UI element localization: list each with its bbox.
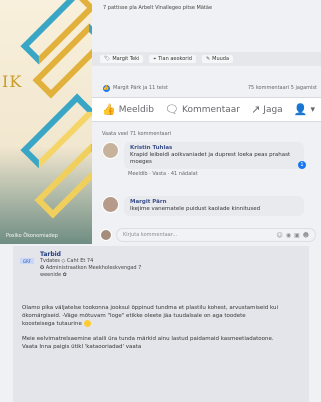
post-preview-card: 7 pattisse pla Arbelt Vinallegeo pitse M…: [92, 0, 321, 49]
post-author[interactable]: Tarbid: [40, 251, 141, 258]
logo-text: IK: [2, 72, 23, 91]
edit-pill-label: Muuda: [212, 56, 230, 62]
pencil-icon: ✎: [205, 56, 211, 62]
emoji-icon: [83, 320, 91, 327]
location-icon: ⌖: [153, 56, 157, 62]
group-post: GRF Tarbid Tvdates ◇ Caht Et 74 ✪ Admini…: [13, 246, 309, 402]
post-body: Olamo pika väljatelse tookonna jooksul õ…: [22, 304, 280, 351]
post-paragraph: Meie eelvimatrelsaemine ataili üra tunda…: [22, 336, 274, 350]
comment-author[interactable]: Margit Pärn: [130, 199, 298, 205]
like-icon: 👍: [102, 103, 116, 116]
audience-selector[interactable]: 👤 ▾: [294, 103, 315, 116]
comment-text: Krapid leibeidi aoikvaniadet ja duprest …: [130, 152, 291, 165]
post-subline-extra: weenide ✿: [40, 272, 67, 278]
edit-pill[interactable]: ✎ Muuda: [201, 55, 234, 63]
reaction-count-badge[interactable]: 1: [298, 161, 306, 169]
avatar[interactable]: [102, 196, 119, 213]
comment-icon: 🗨: [165, 103, 180, 116]
reaction-count[interactable]: Margit Pärk ja 11 teist: [113, 85, 168, 91]
like-button[interactable]: 👍 Meeldib: [102, 103, 154, 116]
tag-pill-label: Margit Teki: [112, 56, 140, 62]
post-subline: Tvdates ◇ Caht Et 74: [40, 258, 94, 264]
location-pill[interactable]: ⌖ Tian aeokorid: [149, 55, 196, 63]
share-label: Jaga: [263, 104, 283, 115]
avatar: [100, 229, 112, 241]
comment-author[interactable]: Kristin Tuhlas: [130, 145, 298, 151]
write-comment-row: Kirjuta kommentaar... ☺ ◉ ▣ ☻: [100, 226, 316, 244]
like-label: Meeldib: [118, 104, 154, 115]
comment-input-icons: ☺ ◉ ▣ ☻: [277, 232, 309, 239]
comment-label: Kommentaar: [182, 104, 241, 115]
reaction-stats: 👍 Margit Pärk ja 11 teist 75 kommentaari…: [92, 82, 321, 94]
post-paragraph-text: Olamo pika väljatelse tookonna jooksul õ…: [22, 305, 279, 327]
image-caption: Poslko Ökonomiadep: [6, 233, 58, 239]
post-action-bar: 👍 Meeldib 🗨 Kommentaar ↗ Jaga 👤 ▾: [92, 97, 321, 122]
comment-item: Kristin Tuhlas Krapid leibeidi aoikvania…: [102, 142, 306, 177]
comment-item: Margit Pärn Ikejime vanematele puidust k…: [102, 196, 304, 216]
post-image-artwork[interactable]: IK Poslko Ökonomiadep: [0, 0, 92, 244]
post-paragraph: Olamo pika väljatelse tookonna jooksul õ…: [22, 304, 280, 328]
post-role: ✪ Administraatkon Meekholeskvengad 7: [40, 265, 142, 271]
comment-input-placeholder: Kirjuta kommentaar...: [123, 232, 178, 238]
share-icon: ↗: [251, 103, 261, 116]
comment-meta[interactable]: Meeldib · Vasta · 41 nädalat: [124, 171, 304, 177]
sticker-icon[interactable]: ☻: [303, 232, 309, 239]
view-more-comments[interactable]: Vaata veel 71 kommentaari: [102, 131, 171, 137]
emoji-icon[interactable]: ☺: [277, 232, 283, 239]
post-header: GRF Tarbid Tvdates ◇ Caht Et 74 ✪ Admini…: [20, 251, 141, 279]
post-description: 7 pattisse pla Arbelt Vinallegeo pitse M…: [103, 5, 213, 11]
avatar-small-icon: 👤: [293, 103, 308, 116]
tag-pill[interactable]: 🏷 Margit Teki: [100, 55, 144, 63]
chevron-down-icon: ▾: [310, 104, 315, 115]
gif-icon[interactable]: ▣: [294, 232, 300, 239]
location-pill-label: Tian aeokorid: [158, 56, 192, 62]
comment-bubble: Kristin Tuhlas Krapid leibeidi aoikvania…: [124, 142, 304, 169]
tag-icon: 🏷: [104, 56, 111, 62]
comment-text: Ikejime vanematele puidust kaolade kinni…: [130, 206, 261, 212]
comment-share-count[interactable]: 75 kommentaari 5 jagamist: [248, 85, 317, 91]
camera-icon[interactable]: ◉: [286, 232, 291, 239]
share-button[interactable]: ↗ Jaga: [251, 103, 283, 116]
comment-input[interactable]: Kirjuta kommentaar... ☺ ◉ ▣ ☻: [116, 228, 316, 242]
group-badge: GRF: [20, 258, 34, 264]
comment-bubble: Margit Pärn Ikejime vanematele puidust k…: [124, 196, 304, 216]
like-reaction-icon: 👍: [103, 84, 110, 92]
comment-button[interactable]: 🗨 Kommentaar: [165, 103, 240, 116]
post-tools-bar: 🏷 Margit Teki ⌖ Tian aeokorid ✎ Muuda: [92, 52, 321, 66]
avatar[interactable]: [102, 142, 119, 159]
